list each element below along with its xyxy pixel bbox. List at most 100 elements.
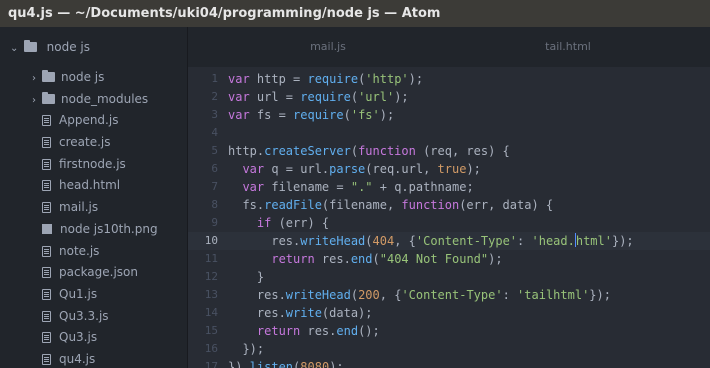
tree-item-label: Qu3.js (59, 330, 98, 345)
code-line[interactable]: 12 } (188, 268, 710, 286)
tree-item-label: node_modules (61, 91, 149, 106)
tree-item-label: package.json (59, 265, 139, 280)
tree-file[interactable]: firstnode.js (0, 154, 187, 176)
code-token: (filename, (321, 198, 402, 212)
code-token: 8080 (300, 360, 330, 368)
code-token: }); (228, 342, 265, 356)
code-line[interactable]: 5 http.createServer(function (req, res) { (188, 142, 710, 160)
code-token: ( (350, 288, 359, 302)
code-token: ); (329, 360, 344, 368)
line-number: 11 (204, 252, 218, 265)
image-file-icon (42, 223, 52, 234)
code-token: createServer (264, 144, 351, 158)
file-icon (42, 310, 51, 322)
code-line[interactable]: 15 return res.end(); (188, 322, 710, 340)
line-number: 7 (211, 180, 218, 193)
code-line[interactable]: 17}).listen(8080); (188, 358, 710, 368)
code-line[interactable]: 3 var fs = require('fs'); (188, 106, 710, 124)
tree-item-label: qu4.js (59, 351, 96, 366)
code-editor[interactable]: 1 var http = require('http'); 2 var url = r… (188, 67, 710, 368)
line-number: 15 (204, 324, 218, 337)
tree-root[interactable]: ⌄ node js (0, 27, 187, 67)
tab-tail-html[interactable]: tail.html (508, 27, 628, 67)
tree-item-label: firstnode.js (59, 156, 126, 171)
file-icon (42, 180, 51, 192)
folder-icon (42, 70, 55, 82)
code-token: http. (228, 144, 265, 158)
code-token: filename = (271, 180, 351, 194)
tree-file[interactable]: create.js (0, 132, 187, 154)
file-icon (42, 137, 51, 149)
code-token: require (300, 90, 351, 104)
code-text: return res.end(); (228, 322, 380, 340)
file-icon (42, 202, 51, 214)
code-token: (err, data) { (459, 198, 554, 212)
window-title: qu4.js — ~/Documents/uki04/programming/n… (0, 0, 710, 27)
code-token: (data); (321, 306, 373, 320)
tree-items: › node js › node_modules Append.js create.js f… (0, 67, 187, 368)
tree-item-label: node js (61, 70, 105, 84)
tree-item-label: Qu1.js (59, 286, 98, 301)
code-line[interactable]: 14 res.write(data); (188, 304, 710, 322)
line-number: 6 (211, 162, 218, 175)
line-number: 3 (211, 108, 218, 121)
code-text: var q = url.parse(req.url, true); (228, 160, 480, 178)
code-line[interactable]: 8 fs.readFile(filename, function(err, da… (188, 196, 710, 214)
tree-root-label: node js (46, 40, 91, 54)
tree-folder[interactable]: › node js (0, 67, 187, 89)
code-line[interactable]: 10 res.writeHead(404, {'Content-Type': '… (188, 232, 710, 250)
tree-file[interactable]: Qu3.3.js (0, 306, 187, 328)
code-token: true (437, 162, 467, 176)
tree-view[interactable]: ⌄ node js › node js › node_modules Append.js… (0, 27, 188, 368)
code-token: "." (350, 180, 373, 194)
code-line[interactable]: 16 }); (188, 340, 710, 358)
code-token: listen (249, 360, 294, 368)
code-text: res.writeHead(404, {'Content-Type': 'hea… (228, 232, 634, 250)
code-line[interactable]: 13 res.writeHead(200, {'Content-Type': '… (188, 286, 710, 304)
code-text: }).listen(8080); (228, 358, 344, 368)
code-token: writeHead (285, 288, 351, 302)
file-icon (42, 267, 51, 279)
code-token: ( (350, 144, 359, 158)
tree-file[interactable]: Qu1.js (0, 284, 187, 306)
code-token: var (228, 162, 272, 176)
line-number: 16 (204, 342, 218, 355)
code-token: var (228, 108, 257, 122)
code-line[interactable]: 9 if (err) { (188, 214, 710, 232)
tree-file[interactable]: Qu3.js (0, 327, 187, 349)
tree-file[interactable]: note.js (0, 241, 187, 263)
code-token: fs. (228, 198, 265, 212)
folder-icon (23, 40, 37, 52)
code-line[interactable]: 4 (188, 124, 710, 142)
tree-file[interactable]: node js10th.png (0, 219, 187, 241)
code-token: end (336, 324, 359, 338)
code-line[interactable]: 6 var q = url.parse(req.url, true); (188, 160, 710, 178)
code-token: require (293, 108, 344, 122)
code-token: var (228, 180, 272, 194)
code-token: url = (256, 90, 301, 104)
code-token: http = (256, 72, 308, 86)
tree-file[interactable]: qu4.js (0, 349, 187, 368)
code-token: "404 Not Found" (379, 252, 489, 266)
code-token: 'http' (365, 72, 409, 86)
tree-file[interactable]: mail.js (0, 197, 187, 219)
code-line[interactable]: 1 var http = require('http'); (188, 70, 710, 88)
code-token: ); (394, 90, 409, 104)
line-number: 10 (204, 234, 218, 247)
tree-folder[interactable]: › node_modules (0, 89, 187, 111)
code-line[interactable]: 7 var filename = "." + q.pathname; (188, 178, 710, 196)
tree-file[interactable]: head.html (0, 175, 187, 197)
code-token: ( (350, 90, 359, 104)
line-number: 4 (211, 126, 218, 139)
code-line[interactable]: 2 var url = require('url'); (188, 88, 710, 106)
code-text: var filename = "." + q.pathname; (228, 178, 473, 196)
code-token: 200 (358, 288, 380, 302)
code-token: 'head. (531, 234, 575, 248)
tab-mail-js[interactable]: mail.js (268, 27, 388, 67)
tree-file[interactable]: package.json (0, 262, 187, 284)
code-line[interactable]: 11 return res.end("404 Not Found"); (188, 250, 710, 268)
code-token: 'Content-Type' (401, 288, 503, 302)
tree-item-label: create.js (59, 135, 111, 150)
code-token: 'tailhtml' (517, 288, 590, 302)
tree-file[interactable]: Append.js (0, 110, 187, 132)
